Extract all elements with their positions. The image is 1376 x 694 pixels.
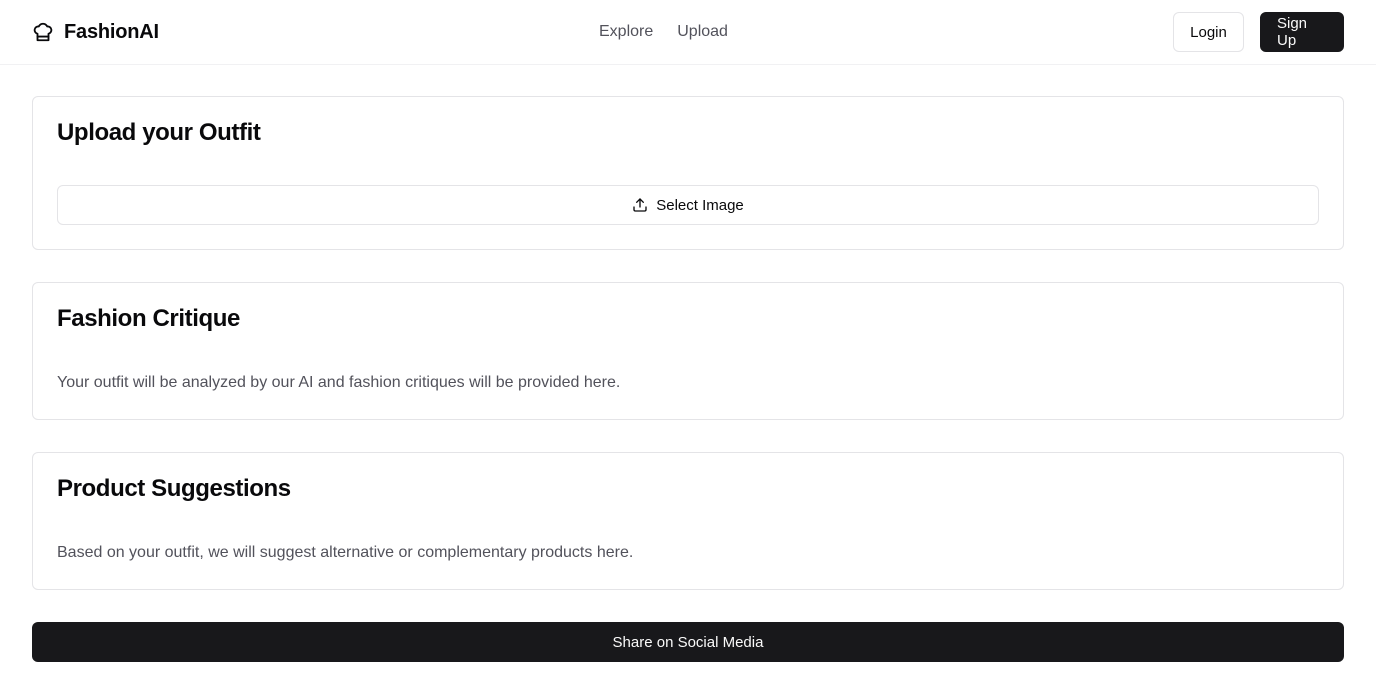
suggestions-title: Product Suggestions	[57, 475, 291, 502]
upload-icon	[633, 198, 647, 212]
share-social-button[interactable]: Share on Social Media	[32, 622, 1344, 662]
suggestions-card: Product Suggestions Based on your outfit…	[32, 452, 1344, 590]
select-image-button[interactable]: Select Image	[57, 185, 1319, 225]
suggestions-text: Based on your outfit, we will suggest al…	[57, 544, 634, 561]
main-nav: Explore Upload	[599, 21, 728, 43]
critique-text: Your outfit will be analyzed by our AI a…	[57, 374, 621, 391]
signup-button[interactable]: Sign Up	[1260, 12, 1344, 52]
critique-card: Fashion Critique Your outfit will be ana…	[32, 282, 1344, 420]
upload-card: Upload your Outfit Select Image	[32, 96, 1344, 250]
top-navbar: FashionAI Explore Upload Login Sign Up	[0, 0, 1376, 65]
chef-hat-icon	[33, 22, 53, 42]
critique-title: Fashion Critique	[57, 305, 240, 332]
select-image-label: Select Image	[656, 196, 744, 214]
nav-link-upload[interactable]: Upload	[677, 21, 728, 43]
upload-title: Upload your Outfit	[57, 119, 261, 146]
login-button[interactable]: Login	[1173, 12, 1244, 52]
auth-buttons: Login Sign Up	[1173, 12, 1344, 52]
brand-name: FashionAI	[64, 20, 159, 43]
brand[interactable]: FashionAI	[32, 20, 159, 44]
nav-link-explore[interactable]: Explore	[599, 21, 653, 43]
